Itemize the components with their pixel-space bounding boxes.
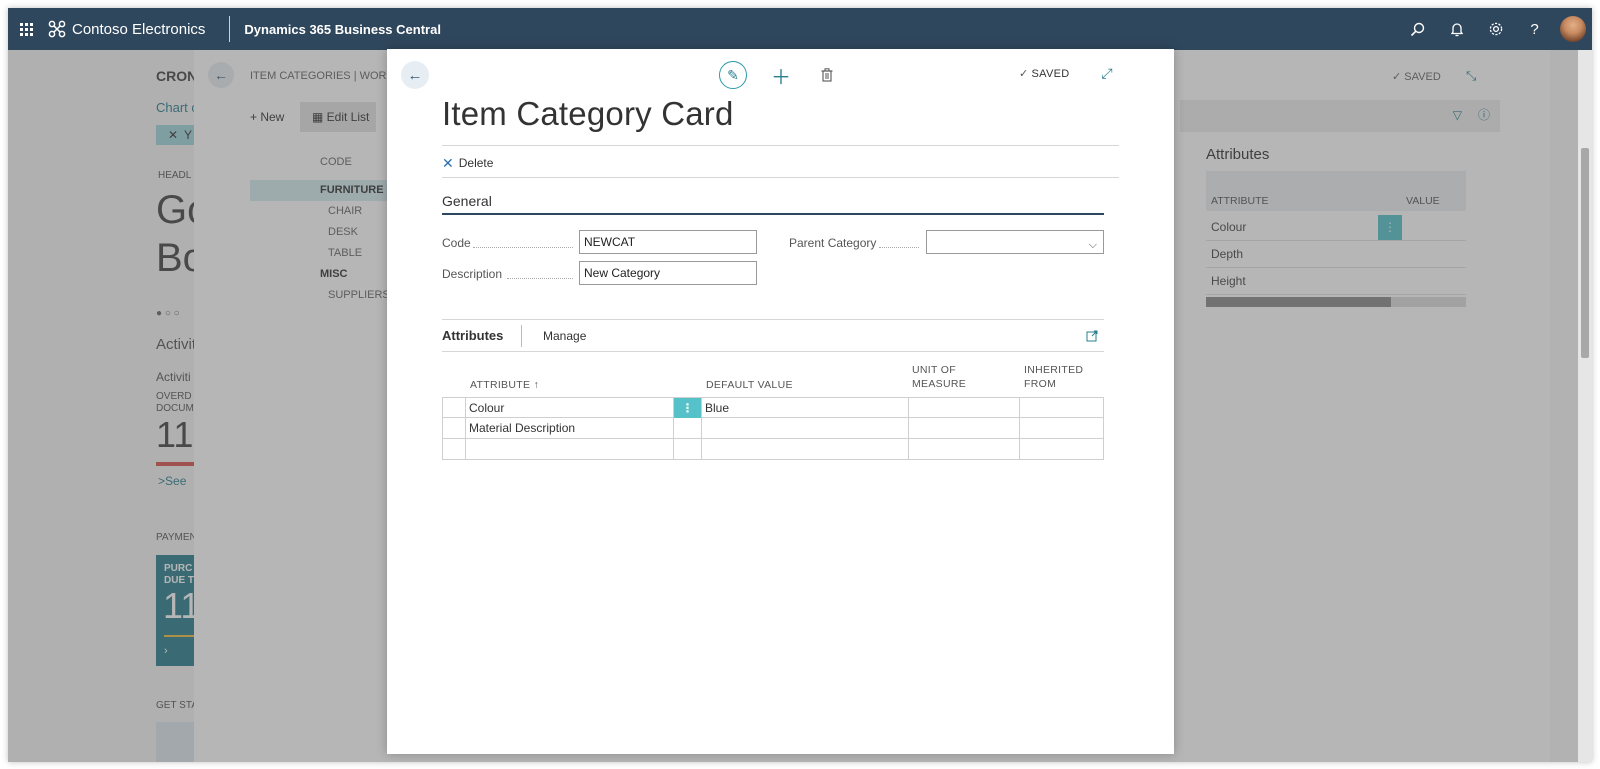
- col-attribute[interactable]: ATTRIBUTE ↑: [470, 378, 539, 392]
- description-leader-dots: [507, 278, 573, 279]
- delete-trash-icon[interactable]: [813, 61, 841, 89]
- table-row[interactable]: Material Description: [442, 418, 1104, 439]
- app-window: Contoso Electronics Dynamics 365 Busines…: [8, 8, 1592, 762]
- row-menu-cell[interactable]: [674, 439, 702, 459]
- default-value-cell[interactable]: [702, 418, 909, 438]
- table-row[interactable]: Colour ⋮ Blue: [442, 397, 1104, 418]
- topbar-divider: [229, 16, 231, 42]
- col-default-value[interactable]: DEFAULT VALUE: [706, 378, 793, 392]
- description-label: Description: [442, 267, 503, 281]
- general-section-title[interactable]: General: [442, 193, 492, 209]
- inherited-from-cell: [1020, 439, 1104, 459]
- attribute-cell[interactable]: Colour: [466, 398, 674, 418]
- row-menu-cell[interactable]: [674, 418, 702, 438]
- description-field[interactable]: New Category: [579, 261, 757, 285]
- company-brand[interactable]: Contoso Electronics: [44, 20, 205, 38]
- manage-menu[interactable]: Manage: [543, 329, 586, 343]
- parent-category-leader-dots: [879, 247, 919, 248]
- row-selector[interactable]: [442, 439, 466, 459]
- code-field[interactable]: NEWCAT: [579, 230, 757, 254]
- parent-category-select[interactable]: ⌵: [926, 230, 1104, 254]
- page-scrollbar[interactable]: [1578, 50, 1592, 762]
- app-launcher-icon[interactable]: [8, 8, 44, 50]
- product-name[interactable]: Dynamics 365 Business Central: [244, 22, 441, 37]
- parent-category-label: Parent Category: [789, 236, 877, 250]
- company-logo-icon: [48, 20, 66, 38]
- delete-button[interactable]: ✕ Delete: [442, 153, 493, 173]
- default-value-cell[interactable]: [702, 439, 909, 459]
- attributes-tab[interactable]: Attributes: [442, 328, 503, 343]
- col-unit-of-measure-1[interactable]: UNIT OF: [912, 363, 956, 377]
- avatar[interactable]: [1560, 16, 1586, 42]
- attribute-cell[interactable]: [466, 439, 674, 459]
- back-arrow-icon[interactable]: ←: [401, 61, 429, 89]
- action-bar-divider: [442, 177, 1119, 178]
- chevron-down-icon: ⌵: [1088, 239, 1097, 251]
- add-new-icon[interactable]: ＋: [767, 61, 795, 89]
- attribute-cell[interactable]: Material Description: [466, 418, 674, 438]
- default-value-cell[interactable]: Blue: [702, 398, 909, 418]
- open-in-new-icon[interactable]: [1084, 328, 1100, 344]
- col-inherited-from-1[interactable]: INHERITED: [1024, 363, 1083, 377]
- col-inherited-from-2[interactable]: FROM: [1024, 377, 1056, 391]
- inherited-from-cell: [1020, 418, 1104, 438]
- inherited-from-cell: [1020, 398, 1104, 418]
- code-label: Code: [442, 236, 471, 250]
- gear-icon[interactable]: [1476, 8, 1515, 50]
- attributes-grid: Colour ⋮ Blue Material Description: [442, 397, 1104, 460]
- bell-icon[interactable]: [1437, 8, 1476, 50]
- title-divider: [442, 145, 1119, 146]
- unit-of-measure-cell[interactable]: [909, 418, 1020, 438]
- page-title: Item Category Card: [442, 95, 734, 132]
- delete-x-icon: ✕: [442, 154, 454, 171]
- attributes-tab-separator: [521, 325, 522, 347]
- col-unit-of-measure-2[interactable]: MEASURE: [912, 377, 966, 391]
- company-name: Contoso Electronics: [72, 20, 206, 38]
- row-selector[interactable]: [442, 398, 466, 418]
- edit-pencil-icon[interactable]: ✎: [719, 61, 747, 89]
- help-icon[interactable]: ?: [1515, 8, 1554, 50]
- delete-label: Delete: [458, 156, 494, 170]
- row-menu-icon[interactable]: ⋮: [674, 398, 702, 418]
- saved-status: ✓ SAVED: [1019, 68, 1070, 80]
- unit-of-measure-cell[interactable]: [909, 439, 1020, 459]
- checkmark-icon: ✓: [1019, 68, 1029, 80]
- table-row[interactable]: [442, 439, 1104, 460]
- row-selector[interactable]: [442, 418, 466, 438]
- expand-icon[interactable]: ⤢: [1097, 63, 1117, 83]
- code-leader-dots: [473, 247, 573, 248]
- item-category-card-dialog: ← ✎ ＋ ✓ SAVED ⤢ Item Category Card ✕ Dele…: [387, 49, 1174, 754]
- top-app-bar: Contoso Electronics Dynamics 365 Busines…: [8, 8, 1592, 50]
- attributes-top-divider: [442, 319, 1104, 320]
- general-section-underline: [442, 213, 1104, 215]
- attributes-bottom-divider: [442, 351, 1104, 352]
- search-icon[interactable]: [1398, 8, 1437, 50]
- unit-of-measure-cell[interactable]: [909, 398, 1020, 418]
